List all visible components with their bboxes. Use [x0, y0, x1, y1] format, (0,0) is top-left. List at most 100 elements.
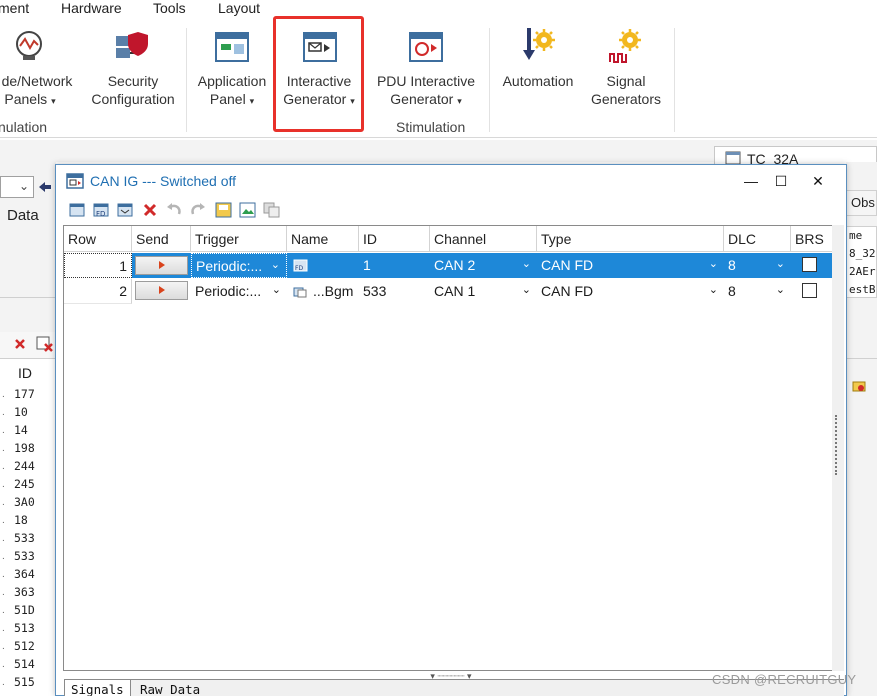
application-panel-label: Application	[197, 73, 267, 89]
list-item[interactable]: 533	[14, 549, 35, 563]
maximize-button[interactable]: ☐	[771, 171, 791, 191]
list-item-marker: .	[2, 641, 5, 652]
message-table: Row Send Trigger Name ID Channel Type DL…	[63, 225, 833, 671]
column-header-row[interactable]: Row	[64, 226, 132, 252]
add-fd-frame-icon[interactable]: FD	[92, 201, 112, 219]
add-message-icon[interactable]	[116, 201, 136, 219]
tab-signals[interactable]: Signals	[64, 680, 131, 696]
list-item[interactable]: 514	[14, 657, 35, 671]
trigger-combo[interactable]: Periodic:... ⌄	[191, 279, 287, 304]
brs-checkbox[interactable]	[802, 283, 817, 298]
name-cell[interactable]: ...Bgm	[287, 279, 359, 304]
watermark: CSDN @RECRUITGUY	[712, 672, 857, 687]
left-combo-box[interactable]: ⌄	[0, 176, 34, 198]
network-panels-label-2: Panels	[4, 91, 48, 107]
column-header-dlc[interactable]: DLC	[724, 226, 791, 252]
column-header-channel[interactable]: Channel	[430, 226, 537, 252]
send-button[interactable]	[135, 256, 188, 275]
column-header-id[interactable]: ID	[359, 226, 430, 252]
signal-generators-button[interactable]: Signal Generators	[584, 20, 668, 120]
splitter-grip-horizontal[interactable]: ▾ ┈┈┈┈┈ ▾	[416, 671, 486, 681]
application-panel-button[interactable]: Application Panel ▾	[192, 20, 272, 120]
trigger-combo[interactable]: Periodic:... ⌄	[191, 253, 287, 278]
close-button[interactable]: ✕	[808, 171, 828, 191]
list-item[interactable]: 198	[14, 441, 35, 455]
brs-checkbox[interactable]	[802, 257, 817, 272]
column-header-send[interactable]: Send	[132, 226, 191, 252]
list-item[interactable]: 14	[14, 423, 28, 437]
dlc-value: 8	[728, 257, 736, 273]
menu-item-hardware[interactable]: Hardware	[61, 0, 122, 16]
list-item-marker: .	[2, 569, 5, 580]
list-item-marker: .	[2, 677, 5, 688]
list-item[interactable]: 10	[14, 405, 28, 419]
chevron-down-icon: ⌄	[521, 284, 531, 296]
folder-icon[interactable]	[852, 379, 866, 393]
type-combo[interactable]: CAN FD ⌄	[537, 253, 724, 278]
delete-icon[interactable]	[14, 338, 26, 350]
pdu-interactive-generator-label: PDU Interactive	[376, 73, 476, 89]
list-item[interactable]: 533	[14, 531, 35, 545]
minimize-button[interactable]: —	[741, 171, 761, 191]
column-header-type[interactable]: Type	[537, 226, 724, 252]
dlc-combo[interactable]: 8 ⌄	[724, 253, 791, 278]
play-icon	[159, 286, 165, 294]
column-header-trigger[interactable]: Trigger	[191, 226, 287, 252]
name-cell[interactable]: FD	[287, 253, 359, 278]
id-cell[interactable]: 1	[359, 253, 430, 278]
column-header-name[interactable]: Name	[287, 226, 359, 252]
list-item[interactable]: 3A0	[14, 495, 35, 509]
list-item[interactable]: 513	[14, 621, 35, 635]
list-item[interactable]: 51D	[14, 603, 35, 617]
network-panels-button[interactable]: de/Network Panels ▾	[0, 20, 80, 120]
undo-icon[interactable]	[164, 201, 184, 219]
channel-combo[interactable]: CAN 1 ⌄	[430, 279, 537, 304]
divider	[0, 297, 56, 298]
list-item[interactable]: 512	[14, 639, 35, 653]
security-configuration-button[interactable]: Security Configuration	[86, 20, 180, 120]
list-item-marker: .	[2, 623, 5, 634]
menu-item-tools[interactable]: Tools	[153, 0, 186, 16]
list-item[interactable]: 244	[14, 459, 35, 473]
tab-raw-data[interactable]: Raw Data	[134, 680, 206, 696]
left-list-header: ID	[18, 365, 32, 381]
send-button[interactable]	[135, 281, 188, 300]
dialog-titlebar[interactable]: CAN IG --- Switched off — ☐ ✕	[56, 165, 846, 197]
right-toolbar	[846, 358, 877, 406]
splitter-handle[interactable]	[832, 225, 844, 671]
application-panel-icon	[215, 32, 249, 62]
chevron-down-icon: ⌄	[270, 259, 280, 271]
list-item-marker: .	[2, 587, 5, 598]
pdu-interactive-generator-button[interactable]: PDU Interactive Generator ▾	[370, 20, 482, 120]
type-combo[interactable]: CAN FD ⌄	[537, 279, 724, 304]
right-list-item: me	[849, 229, 863, 242]
can-ig-window-icon	[66, 173, 84, 189]
signal-generators-label-2: Generators	[590, 91, 662, 107]
automation-button[interactable]: Automation	[494, 20, 582, 120]
copy-icon[interactable]	[262, 201, 282, 219]
delete-icon[interactable]	[140, 201, 160, 219]
list-item[interactable]: 18	[14, 513, 28, 527]
trigger-value: Periodic:...	[196, 258, 263, 274]
list-item-marker: .	[2, 605, 5, 616]
list-item[interactable]: 245	[14, 477, 35, 491]
column-header-brs[interactable]: BRS	[791, 226, 832, 252]
application-panel-label-2: Panel	[209, 91, 246, 107]
delete-all-icon[interactable]	[36, 336, 54, 352]
add-frame-icon[interactable]	[68, 201, 88, 219]
menu-item-layout[interactable]: Layout	[218, 0, 260, 16]
id-cell[interactable]: 533	[359, 279, 430, 304]
dlc-combo[interactable]: 8 ⌄	[724, 279, 791, 304]
list-item[interactable]: 363	[14, 585, 35, 599]
list-item[interactable]: 177	[14, 387, 35, 401]
list-item-marker: .	[2, 479, 5, 490]
signal-generators-label: Signal	[606, 73, 646, 89]
list-item[interactable]: 515	[14, 675, 35, 689]
redo-icon[interactable]	[188, 201, 208, 219]
channel-combo[interactable]: CAN 2 ⌄	[430, 253, 537, 278]
menu-item-environment[interactable]: ment	[0, 0, 29, 16]
load-config-icon[interactable]	[238, 201, 258, 219]
save-config-icon[interactable]	[214, 201, 234, 219]
arrow-left-icon[interactable]	[36, 178, 54, 196]
list-item[interactable]: 364	[14, 567, 35, 581]
